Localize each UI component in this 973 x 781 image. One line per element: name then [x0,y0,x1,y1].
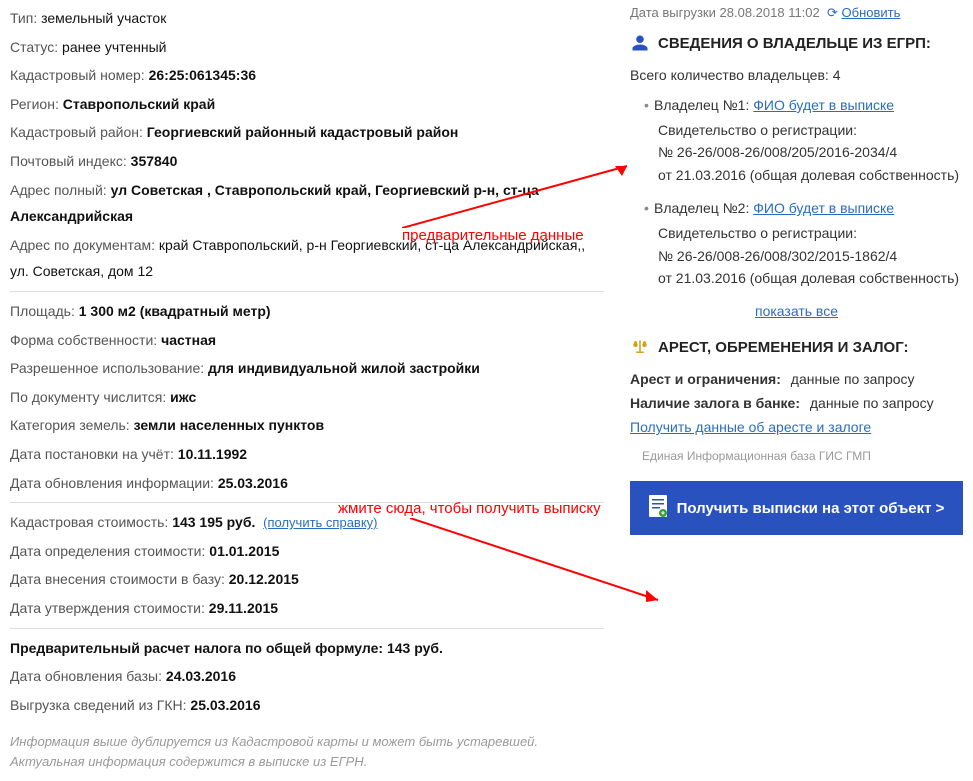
refresh-icon: ⟳ [827,5,838,20]
arrest-title-text: АРЕСТ, ОБРЕМЕНЕНИЯ И ЗАЛОГ: [658,339,909,356]
get-report-button-label: Получить выписки на этот объект > [677,500,945,517]
cat-label: Категория земель: [10,417,130,433]
right-panel: Дата выгрузки 28.08.2018 11:02 ⟳ Обновит… [614,0,973,781]
arrest-row: Арест и ограничения: данные по запросу [630,371,963,387]
owner-label: Владелец №2: [654,200,749,216]
date-upd-label: Дата обновления информации: [10,475,214,491]
dump-label: Дата выгрузки [630,5,716,20]
tax-value: 143 руб. [387,640,443,656]
red-note-1: предварительные данные [402,227,584,244]
reg-date: от 21.03.2016 (общая долевая собственнос… [658,164,963,186]
dump-value: 28.08.2018 11:02 [720,5,820,20]
db-upd-value: 24.03.2016 [166,668,236,684]
kad-number-label: Кадастровый номер: [10,67,145,83]
owners-title-text: СВЕДЕНИЯ О ВЛАДЕЛЬЦЕ ИЗ ЕГРП: [658,35,931,52]
get-report-button[interactable]: Получить выписки на этот объект > [630,481,963,535]
gkn-label: Выгрузка сведений из ГКН: [10,697,187,713]
refresh-link[interactable]: Обновить [842,5,901,20]
status-label: Статус: [10,39,58,55]
cost-date-value: 01.01.2015 [209,543,279,559]
show-all-link[interactable]: показать все [755,303,838,319]
owners-section-title: СВЕДЕНИЯ О ВЛАДЕЛЬЦЕ ИЗ ЕГРП: [630,33,963,53]
owner-reg: Свидетельство о регистрации:№ 26-26/008-… [658,119,963,186]
reg-label: Свидетельство о регистрации: [658,119,963,141]
doc-value: ижс [170,389,196,405]
status-value: ранее учтенный [62,39,166,55]
zip-label: Почтовый индекс: [10,153,127,169]
red-arrow-2-icon [410,518,670,608]
kad-rayon-value: Георгиевский районный кадастровый район [147,124,459,140]
bullet-icon: • [644,200,654,216]
bullet-icon: • [644,97,654,113]
reg-number: № 26-26/008-26/008/302/2015-1862/4 [658,245,963,267]
owner-block: •Владелец №1: ФИО будет в выписке Свидете… [644,97,963,186]
owner-reg: Свидетельство о регистрации:№ 26-26/008-… [658,222,963,289]
owners-total-value: 4 [833,67,841,83]
left-panel: Тип: земельный участок Статус: ранее учт… [0,0,614,781]
owner-fio-link[interactable]: ФИО будет в выписке [753,200,894,216]
show-all-wrap: показать все [630,303,963,319]
cost-date-label: Дата определения стоимости: [10,543,205,559]
kad-number-value: 26:25:061345:36 [149,67,256,83]
red-arrow-1-icon [402,158,642,228]
person-icon [630,33,650,53]
zalog-row: Наличие залога в банке: данные по запрос… [630,395,963,411]
zip-value: 357840 [131,153,178,169]
cost-appr-value: 29.11.2015 [209,600,278,616]
area-label: Площадь: [10,303,75,319]
arrest-label: Арест и ограничения: [630,371,781,387]
owner-fio-link[interactable]: ФИО будет в выписке [753,97,894,113]
use-value: для индивидуальной жилой застройки [208,360,480,376]
owner-block: •Владелец №2: ФИО будет в выписке Свидете… [644,200,963,289]
type-label: Тип: [10,10,37,26]
form-label: Форма собственности: [10,332,157,348]
reg-number: № 26-26/008-26/008/205/2016-2034/4 [658,141,963,163]
kad-rayon-label: Кадастровый район: [10,124,143,140]
addr-doc-label: Адрес по документам: [10,237,155,253]
form-value: частная [161,332,216,348]
arrest-value: данные по запросу [791,371,915,387]
cat-value: земли населенных пунктов [134,417,325,433]
zalog-value: данные по запросу [810,395,934,411]
reg-date: от 21.03.2016 (общая долевая собственнос… [658,267,963,289]
zalog-label: Наличие залога в банке: [630,395,800,411]
owners-total: Всего количество владельцев: 4 [630,67,963,83]
arrest-section-title: АРЕСТ, ОБРЕМЕНЕНИЯ И ЗАЛОГ: [630,337,963,357]
get-arrest-link[interactable]: Получить данные об аресте и залоге [630,419,871,435]
cost-appr-label: Дата утверждения стоимости: [10,600,205,616]
use-label: Разрешенное использование: [10,360,204,376]
date-upd-value: 25.03.2016 [218,475,288,491]
area-value: 1 300 м2 (квадратный метр) [79,303,271,319]
cost-link[interactable]: (получить справку) [263,515,377,530]
gis-note: Единая Информационная база ГИС ГМП [642,449,963,463]
disclaimer-note: Информация выше дублируется из Кадастров… [10,732,604,771]
tax-label: Предварительный расчет налога по общей ф… [10,640,383,656]
db-upd-label: Дата обновления базы: [10,668,162,684]
region-label: Регион: [10,96,59,112]
addr-full-label: Адрес полный: [10,182,107,198]
red-note-2: жмите сюда, чтобы получить выписку [338,500,601,517]
gkn-value: 25.03.2016 [190,697,260,713]
type-value: земельный участок [41,10,166,26]
cost-in-value: 20.12.2015 [229,571,299,587]
doc-label: По документу числится: [10,389,166,405]
date-reg-value: 10.11.1992 [178,446,247,462]
get-arrest-wrap: Получить данные об аресте и залоге [630,419,963,435]
owners-list: •Владелец №1: ФИО будет в выпискеСвидете… [630,97,963,289]
divider [10,628,604,629]
owner-label: Владелец №1: [654,97,749,113]
cost-value: 143 195 руб. [172,514,255,530]
cost-label: Кадастровая стоимость: [10,514,168,530]
scales-icon [630,337,650,357]
cost-in-label: Дата внесения стоимости в базу: [10,571,225,587]
reg-label: Свидетельство о регистрации: [658,222,963,244]
date-reg-label: Дата постановки на учёт: [10,446,174,462]
divider [10,291,604,292]
owners-total-label: Всего количество владельцев: [630,67,829,83]
region-value: Ставропольский край [63,96,215,112]
dump-info: Дата выгрузки 28.08.2018 11:02 ⟳ Обновит… [630,5,963,21]
